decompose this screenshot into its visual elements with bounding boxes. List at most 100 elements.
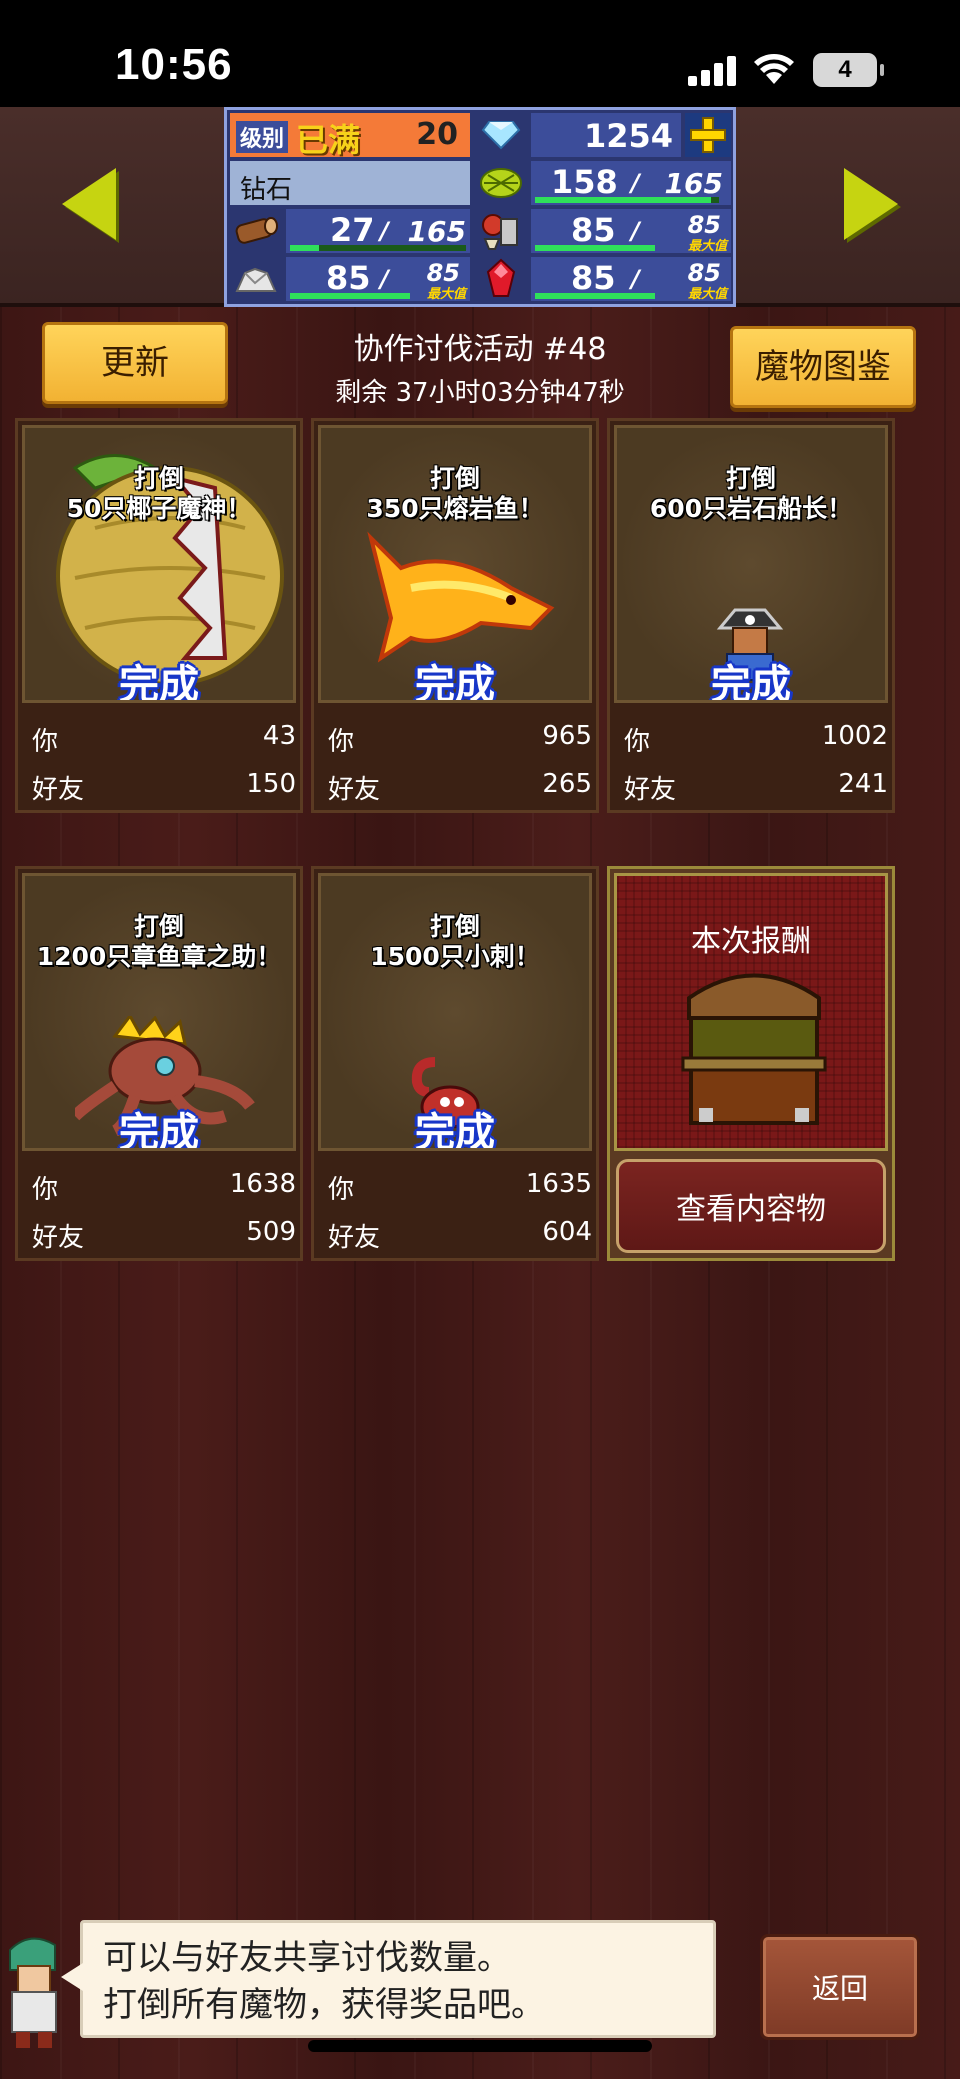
monster-image-frame: 打倒 600只岩石船长！ 完成 — [614, 425, 888, 703]
battery-icon: 4 — [813, 53, 884, 87]
you-count-row: 你 965 — [328, 721, 592, 757]
grass-max: 165 — [664, 167, 723, 200]
you-count-row: 你 43 — [32, 721, 296, 757]
reward-panel: 本次报酬 — [614, 873, 888, 1151]
monster-card-lava-fish[interactable]: 打倒 350只熔岩鱼！ 完成 你 965 好友 265 — [311, 418, 599, 813]
wood-slash: / — [380, 217, 389, 245]
monster-card-coconut[interactable]: 打倒 50只椰子魔神！ 完成 你 43 好友 150 — [15, 418, 303, 813]
completed-label: 完成 — [415, 1110, 495, 1151]
ruby-max-label: 最大值 — [687, 287, 727, 302]
monster-card-rock-captain[interactable]: 打倒 600只岩石船长！ 完成 你 1002 好友 241 — [607, 418, 895, 813]
view-contents-label: 查看内容物 — [676, 1192, 826, 1227]
event-remaining-time: 剩余 37小时03分钟47秒 — [335, 378, 625, 408]
friend-count-row: 好友 604 — [328, 1217, 592, 1253]
level-label: 级别 — [236, 121, 289, 153]
character-avatar — [9, 1937, 57, 2048]
home-indicator[interactable] — [308, 2040, 652, 2052]
you-count: 1635 — [525, 1169, 592, 1199]
card-goal-text: 打倒 50只椰子魔神！ — [66, 464, 252, 523]
ruby-progress-bar — [535, 293, 655, 299]
level-cell: 级别 已满 20 — [230, 113, 470, 159]
food-slash: / — [631, 217, 640, 245]
wood-cell: 27 / 165 — [286, 209, 470, 253]
friend-count-row: 好友 509 — [32, 1217, 296, 1253]
next-arrow-button[interactable] — [844, 168, 898, 240]
ruby-current: 85 — [571, 259, 616, 297]
card-goal-text: 打倒 1500只小刺！ — [370, 912, 540, 971]
card-goal-text: 打倒 600只岩石船长！ — [649, 464, 853, 523]
ore-slash: / — [380, 265, 389, 293]
refresh-button[interactable]: 更新 — [42, 322, 228, 404]
wood-icon — [230, 209, 282, 253]
completed-label: 完成 — [415, 662, 495, 703]
treasure-chest-icon — [681, 973, 827, 1125]
ore-current: 85 — [326, 259, 371, 297]
monster-image-frame: 打倒 50只椰子魔神！ 完成 — [22, 425, 296, 703]
friend-count: 265 — [542, 769, 592, 799]
you-count-row: 你 1002 — [624, 721, 888, 757]
level-value: 20 — [416, 117, 458, 152]
wifi-icon — [754, 54, 794, 84]
you-count: 1002 — [821, 721, 888, 751]
you-count-row: 你 1638 — [32, 1169, 296, 1205]
monster-image-frame: 打倒 1500只小刺！ 完成 — [318, 873, 592, 1151]
grass-slash: / — [631, 169, 640, 197]
friend-count-row: 好友 265 — [328, 769, 592, 805]
completed-label: 完成 — [119, 662, 199, 703]
wood-max: 165 — [407, 215, 466, 248]
view-contents-button[interactable]: 查看内容物 — [616, 1159, 886, 1253]
back-label: 返回 — [811, 1972, 868, 2005]
status-bar: 10:56 4 — [0, 0, 960, 107]
you-count: 965 — [542, 721, 592, 751]
friend-count-row: 好友 150 — [32, 769, 296, 805]
monster-card-small-thorn[interactable]: 打倒 1500只小刺！ 完成 你 1635 好友 604 — [311, 866, 599, 1261]
ore-icon — [230, 257, 282, 301]
friend-count: 241 — [838, 769, 888, 799]
you-count: 43 — [262, 721, 296, 751]
wood-current: 27 — [330, 211, 375, 249]
rank-cell: 钻石 — [230, 161, 470, 205]
bestiary-label: 魔物图鉴 — [755, 347, 891, 387]
cellular-signal-icon — [688, 54, 738, 86]
refresh-label: 更新 — [101, 343, 169, 383]
bestiary-button[interactable]: 魔物图鉴 — [730, 326, 916, 408]
stats-panel: 级别 已满 20 1254 钻石 158 / 165 27 / 165 85 /… — [224, 107, 736, 307]
ruby-slash: / — [631, 265, 640, 293]
grass-current: 158 — [551, 163, 618, 201]
ruby-cell: 85 / 85 最大值 — [531, 257, 731, 302]
completed-label: 完成 — [119, 1110, 199, 1151]
ore-cell: 85 / 85 最大值 — [286, 257, 470, 302]
ore-progress-bar — [290, 293, 410, 299]
you-count-row: 你 1635 — [328, 1169, 592, 1205]
food-current: 85 — [571, 211, 616, 249]
wood-progress-bar — [290, 245, 466, 251]
ore-max-label: 最大值 — [426, 287, 466, 302]
ruby-icon — [475, 257, 527, 301]
gems-value: 1254 — [583, 117, 673, 155]
back-button[interactable]: 返回 — [760, 1934, 920, 2040]
event-title: 协作讨伐活动 #48 — [353, 332, 607, 367]
hint-line-1: 可以与好友共享讨伐数量。 — [103, 1938, 511, 1978]
friend-count: 150 — [246, 769, 296, 799]
card-goal-text: 打倒 1200只章鱼章之助！ — [36, 912, 282, 971]
rank-value: 钻石 — [240, 175, 293, 205]
you-count: 1638 — [229, 1169, 296, 1199]
friend-count: 509 — [246, 1217, 296, 1247]
grass-cell: 158 / 165 — [531, 161, 731, 205]
monster-image-frame: 打倒 350只熔岩鱼！ 完成 — [318, 425, 592, 703]
add-gems-button[interactable] — [685, 113, 731, 157]
hint-line-2: 打倒所有魔物，获得奖品吧。 — [103, 1985, 545, 2025]
level-status: 已满 — [296, 121, 361, 159]
food-progress-bar — [535, 245, 655, 251]
reward-card: 本次报酬 查看内容物 — [607, 866, 895, 1261]
food-icon — [475, 209, 527, 253]
monster-card-octopus[interactable]: 打倒 1200只章鱼章之助！ 完成 你 1638 好友 509 — [15, 866, 303, 1261]
previous-arrow-button[interactable] — [62, 168, 116, 240]
plus-icon — [690, 117, 726, 153]
completed-label: 完成 — [711, 662, 791, 703]
gems-cell: 1254 — [531, 113, 681, 157]
friend-count-row: 好友 241 — [624, 769, 888, 805]
grass-progress-bar — [535, 197, 719, 203]
diamond-icon — [475, 113, 527, 157]
monster-image-frame: 打倒 1200只章鱼章之助！ 完成 — [22, 873, 296, 1151]
